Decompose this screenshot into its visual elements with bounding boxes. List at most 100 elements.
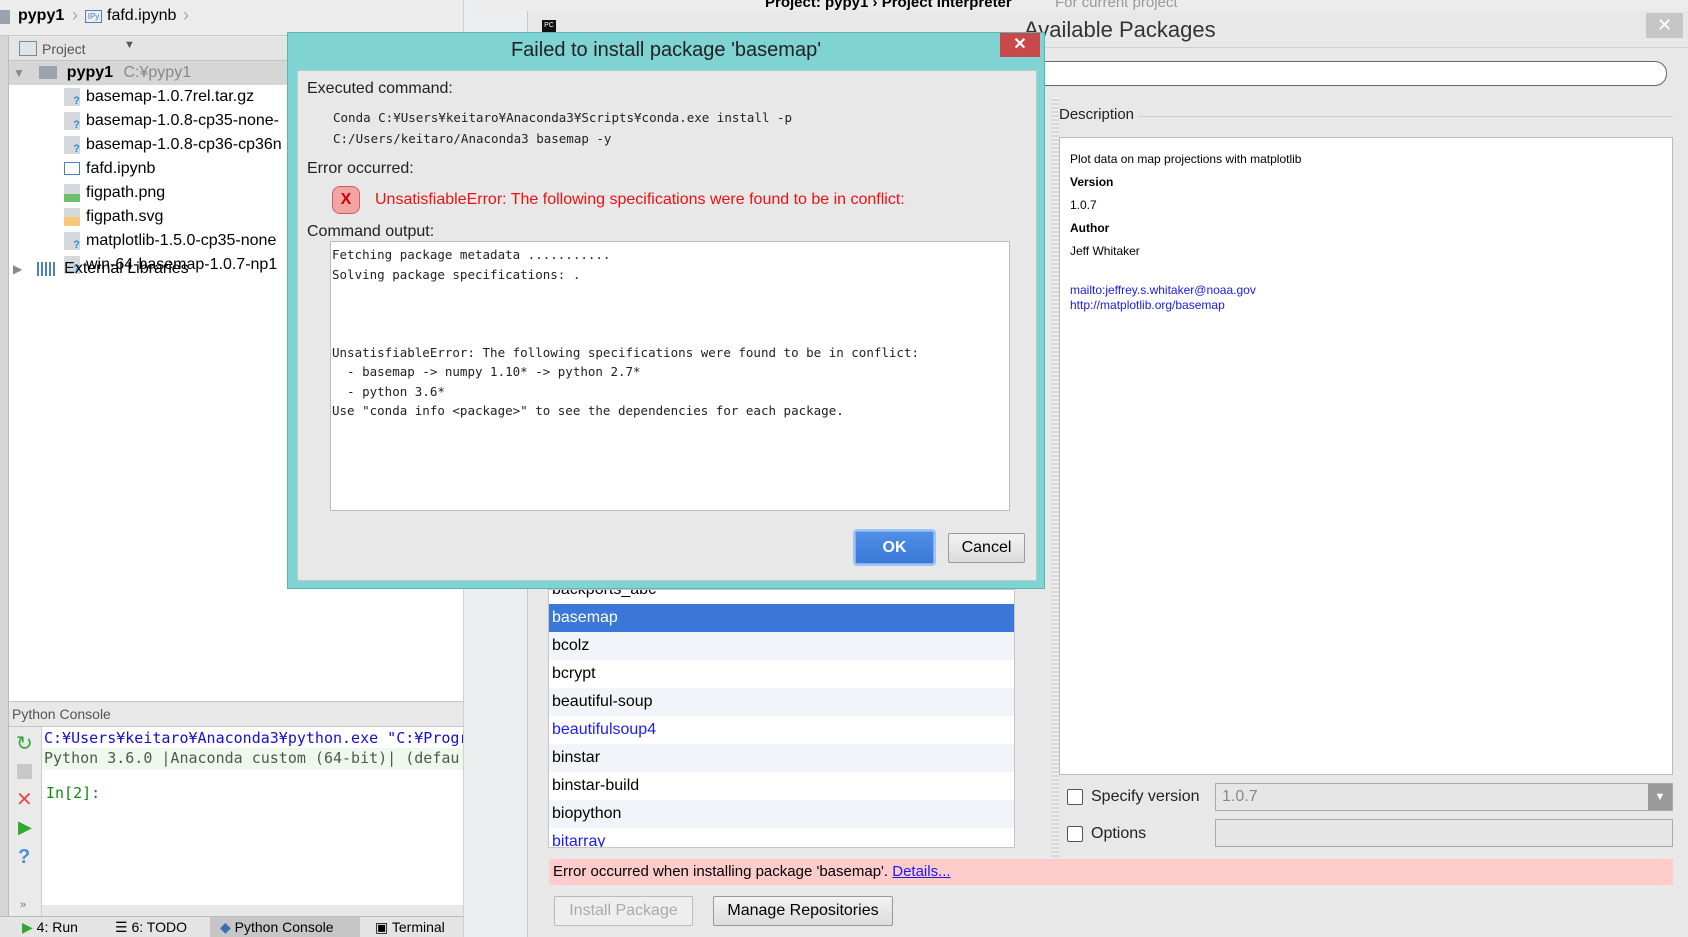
- executed-command: Conda C:¥Users¥keitaro¥Anaconda3¥Scripts…: [333, 107, 792, 149]
- output-line: Fetching package metadata ...........: [332, 247, 611, 262]
- todo-icon: ☰: [115, 919, 128, 935]
- project-view-selector[interactable]: Project: [42, 41, 86, 57]
- tab-python-console[interactable]: ◆ Python Console: [210, 917, 360, 937]
- options-input[interactable]: [1215, 819, 1673, 847]
- tree-file[interactable]: ? basemap-1.0.7rel.tar.gz: [64, 85, 254, 109]
- output-line: Use "conda info <package>" to see the de…: [332, 403, 844, 418]
- options-checkbox[interactable]: [1067, 826, 1083, 842]
- command-output[interactable]: Fetching package metadata ........... Sol…: [330, 241, 1010, 511]
- scope-label: For current project: [1055, 0, 1178, 11]
- package-row[interactable]: biopython: [549, 800, 1014, 828]
- close-icon[interactable]: ✕: [16, 787, 33, 812]
- chevron-down-icon[interactable]: ▼: [1648, 784, 1672, 810]
- package-row[interactable]: backports_abc: [549, 590, 1014, 604]
- tab-todo[interactable]: ☰ 6: TODO: [115, 919, 187, 936]
- package-row[interactable]: bcolz: [549, 632, 1014, 660]
- package-version: 1.0.7: [1070, 198, 1097, 212]
- library-icon: [36, 261, 55, 276]
- command-line: C:/Users/keitaro/Anaconda3 basemap -y: [333, 131, 612, 146]
- tree-file[interactable]: figpath.png: [64, 181, 165, 205]
- description-panel: Plot data on map projections with matplo…: [1059, 137, 1673, 775]
- tree-file[interactable]: fafd.ipynb: [64, 157, 155, 181]
- package-row[interactable]: beautifulsoup4: [549, 716, 1014, 744]
- stop-icon[interactable]: [17, 764, 32, 779]
- output-line: Solving package specifications: .: [332, 266, 581, 282]
- folder-icon: [0, 10, 10, 24]
- pycharm-logo-icon: PC: [542, 20, 556, 32]
- console-line: Python 3.6.0 |Anaconda custom (64-bit)| …: [42, 748, 463, 770]
- tree-file[interactable]: ? basemap-1.0.8-cp36-cp36n: [64, 133, 282, 157]
- chevron-right-icon: ›: [183, 5, 189, 25]
- tool-window-strip[interactable]: [0, 36, 9, 916]
- author-email-link[interactable]: mailto:jeffrey.s.whitaker@noaa.gov: [1070, 283, 1256, 297]
- run-icon: ▶: [22, 919, 33, 935]
- unknown-file-icon: ?: [64, 231, 80, 251]
- version-select[interactable]: 1.0.7 ▼: [1215, 783, 1673, 811]
- splitter-handle[interactable]: [1051, 97, 1059, 857]
- breadcrumb-project[interactable]: pypy1: [18, 7, 64, 25]
- tree-file[interactable]: figpath.svg: [64, 205, 163, 229]
- tool-window-tabs: ▶ 4: Run ☰ 6: TODO ◆ Python Console ▣ Te…: [0, 916, 463, 937]
- python-icon: ◆: [220, 919, 231, 935]
- folder-icon: [39, 66, 58, 80]
- version-select-value: 1.0.7: [1222, 788, 1258, 805]
- error-status-text: Error occurred when installing package '…: [553, 863, 893, 880]
- package-row[interactable]: binstar: [549, 744, 1014, 772]
- cancel-button[interactable]: Cancel: [948, 533, 1025, 563]
- tab-terminal[interactable]: ▣ Terminal: [375, 919, 445, 936]
- install-package-button[interactable]: Install Package: [554, 896, 693, 926]
- console-line: C:¥Users¥keitaro¥Anaconda3¥python.exe "C…: [44, 729, 463, 747]
- package-row[interactable]: bitarray: [549, 828, 1014, 847]
- package-row[interactable]: binstar-build: [549, 772, 1014, 800]
- more-icon[interactable]: »: [20, 899, 26, 911]
- tree-label: External Libraries: [64, 260, 189, 277]
- console-prompt[interactable]: In[2]:: [42, 770, 463, 816]
- help-icon[interactable]: ?: [18, 846, 30, 869]
- tab-label: 4: Run: [36, 919, 78, 935]
- console-output[interactable]: C:¥Users¥keitaro¥Anaconda3¥python.exe "C…: [42, 727, 463, 905]
- dropdown-arrow-icon[interactable]: ▼: [124, 39, 135, 51]
- options-label: Options: [1091, 825, 1147, 842]
- package-author: Jeff Whitaker: [1070, 244, 1140, 258]
- package-row[interactable]: beautiful-soup: [549, 688, 1014, 716]
- ok-button[interactable]: OK: [855, 531, 934, 564]
- tree-label: basemap-1.0.8-cp35-none-: [86, 112, 280, 129]
- tree-file[interactable]: ? matplotlib-1.5.0-cp35-none: [64, 229, 276, 253]
- output-line: - python 3.6*: [332, 383, 445, 399]
- author-heading: Author: [1070, 221, 1110, 235]
- tab-label: Terminal: [391, 919, 445, 935]
- tree-label: basemap-1.0.8-cp36-cp36n: [86, 136, 282, 153]
- command-line: Conda C:¥Users¥keitaro¥Anaconda3¥Scripts…: [333, 110, 793, 125]
- tree-file[interactable]: ? basemap-1.0.8-cp35-none-: [64, 109, 279, 133]
- close-button[interactable]: ✕: [1646, 13, 1683, 38]
- close-button[interactable]: ✕: [1000, 33, 1040, 57]
- expand-arrow-icon[interactable]: ▶: [13, 262, 22, 276]
- package-row[interactable]: bcrypt: [549, 660, 1014, 688]
- expand-arrow-icon[interactable]: ▼: [13, 66, 25, 80]
- breadcrumb-file[interactable]: fafd.ipynb: [107, 7, 176, 25]
- root-name: pypy1: [66, 64, 114, 81]
- output-line: UnsatisfiableError: The following specif…: [332, 344, 919, 360]
- package-list[interactable]: backports_abc basemap bcolz bcrypt beautiful…: [548, 589, 1015, 848]
- package-row[interactable]: basemap: [549, 604, 1014, 632]
- tree-external-libraries[interactable]: ▶ External Libraries: [9, 257, 189, 281]
- tree-label: basemap-1.0.7rel.tar.gz: [86, 88, 255, 105]
- specify-version-checkbox[interactable]: [1067, 789, 1083, 805]
- error-dialog: Failed to install package 'basemap' ✕ Ex…: [287, 32, 1045, 589]
- error-icon: X: [332, 186, 360, 214]
- svg-file-icon: [64, 207, 80, 226]
- output-line: - basemap -> numpy 1.10* -> python 2.7*: [332, 364, 641, 379]
- details-link[interactable]: Details...: [892, 863, 950, 880]
- rerun-icon[interactable]: ↻: [16, 731, 33, 756]
- homepage-link[interactable]: http://matplotlib.org/basemap: [1070, 298, 1225, 312]
- description-label: Description: [1059, 106, 1135, 123]
- tab-run[interactable]: ▶ 4: Run: [22, 919, 78, 936]
- run-icon[interactable]: ▶: [18, 817, 32, 838]
- package-summary: Plot data on map projections with matplo…: [1070, 152, 1302, 166]
- console-toolbar: ↻ ✕ ▶ ? »: [9, 727, 42, 917]
- tree-label: fafd.ipynb: [86, 160, 156, 177]
- manage-repositories-button[interactable]: Manage Repositories: [713, 896, 893, 926]
- tree-label: figpath.png: [86, 184, 166, 201]
